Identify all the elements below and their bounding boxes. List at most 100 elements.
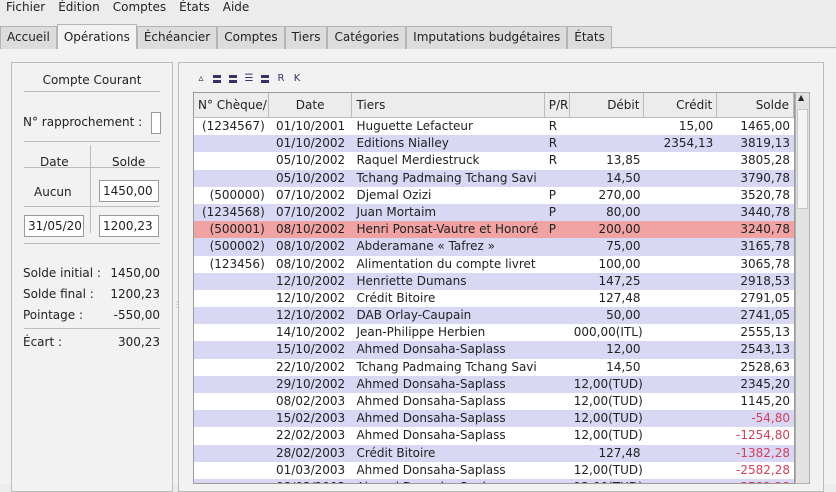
menu-4[interactable]: Aide (217, 0, 257, 18)
view-one-line-icon[interactable]: 〓 (212, 71, 222, 86)
table-cell: 01/10/2002 (276, 136, 346, 151)
table-cell (644, 462, 717, 479)
rappro-input[interactable] (151, 112, 161, 134)
k-toggle-icon[interactable]: K (292, 73, 302, 84)
final-date-input[interactable]: 31/05/20 (24, 215, 84, 237)
tab-6[interactable]: Imputations budgétaires (406, 26, 568, 49)
table-cell (545, 445, 570, 462)
table-row[interactable]: 15/02/2003 Ahmed Donsaha-Saplass 12,00(TUD… (194, 410, 794, 428)
triangle-icon[interactable]: ▵ (196, 73, 206, 84)
table-row[interactable]: 15/10/2002 Ahmed Donsaha-Saplass 12,00 2543… (194, 341, 794, 359)
tab-3[interactable]: Comptes (217, 26, 285, 49)
table-cell: 100,00 (598, 256, 641, 271)
table-cell (194, 427, 269, 444)
table-cell (545, 238, 570, 255)
table-row[interactable]: 05/10/2002 Tchang Padmaing Tchang Savi 14,… (194, 169, 794, 187)
menu-1[interactable]: Édition (52, 0, 107, 18)
column-header[interactable]: P/R (545, 93, 570, 117)
table-cell (194, 290, 269, 307)
vertical-scrollbar[interactable]: ▲ (795, 92, 810, 484)
tab-1[interactable]: Opérations (56, 24, 137, 49)
reconciled-toggle-icon[interactable]: R (276, 73, 286, 84)
column-header[interactable]: Tiers (352, 93, 545, 117)
solde-initial-value: 1450,00 (110, 266, 160, 280)
column-header[interactable]: N° Chèque/ (194, 93, 269, 117)
account-name: Compte Courant (42, 73, 142, 87)
solde-initial-label: Solde initial : (23, 266, 101, 280)
column-header[interactable]: Débit (570, 93, 645, 117)
table-row[interactable]: 28/02/2003 Crédit Bitoire 127,48 -1382,28 (194, 444, 794, 462)
table-row[interactable]: (500001) 08/10/2002 Henri Ponsat-Vautre et… (194, 221, 794, 239)
tab-7[interactable]: États (567, 26, 612, 49)
table-cell (545, 393, 570, 410)
table-cell: Ahmed Donsaha-Saplass (356, 342, 506, 357)
tab-5[interactable]: Catégories (327, 26, 407, 49)
table-cell: 127,48 (598, 290, 641, 305)
table-cell (545, 256, 570, 273)
table-cell (194, 410, 269, 427)
scroll-up-icon[interactable]: ▲ (798, 93, 804, 102)
table-cell: 12,00(TUD) (570, 479, 645, 483)
table-cell (545, 273, 570, 290)
table-row[interactable]: (1234567) 01/10/2001 Huguette Lefacteur R 15… (194, 118, 794, 135)
table-cell: 2791,05 (740, 290, 790, 305)
table-cell (194, 445, 269, 462)
final-balance-input[interactable]: 1200,23 (99, 215, 159, 237)
table-cell: 147,25 (598, 273, 641, 288)
table-row[interactable]: 12/10/2002 Henriette Dumans 147,25 2918,53 (194, 272, 794, 290)
table-row[interactable]: 08/03/2003Ahmed Donsaha-Saplass 12,00(TUD… (194, 478, 794, 483)
initial-balance-input[interactable]: 1450,00 (99, 180, 159, 202)
table-cell: 3240,78 (740, 222, 790, 237)
divider (90, 145, 91, 233)
column-header[interactable]: Date (269, 93, 353, 117)
table-cell: Ahmed Donsaha-Saplass (356, 462, 506, 477)
table-cell: 05/10/2002 (276, 153, 346, 168)
table-cell: Ahmed Donsaha-Saplass (356, 428, 506, 443)
table-row[interactable]: (500002) 08/10/2002 Abderamane « Tafrez » 7… (194, 238, 794, 256)
table-row[interactable]: (500000) 07/10/2002 Djemal Ozizi P 270,00 352… (194, 187, 794, 204)
table-row[interactable]: 22/02/2003 Ahmed Donsaha-Saplass 12,00(TUD… (194, 427, 794, 444)
tab-2[interactable]: Échéancier (136, 26, 218, 49)
view-two-lines-icon[interactable]: 〓 (228, 71, 238, 86)
table-row[interactable]: 29/10/2002 Ahmed Donsaha-Saplass 12,00(TUD… (194, 375, 794, 393)
table-cell: 3520,78 (740, 187, 790, 202)
table-row[interactable]: 12/10/2002 Crédit Bitoire 127,48 2791,05 (194, 290, 794, 307)
table-cell: 12/10/2002 (276, 290, 346, 305)
tab-0[interactable]: Accueil (0, 26, 57, 49)
table-cell: 000,00(ITL) (573, 325, 643, 340)
table-row[interactable]: (123456) 08/10/2002 Alimentation du compte… (194, 256, 794, 273)
table-row[interactable]: 08/02/2003 Ahmed Donsaha-Saplass 12,00(TUD… (194, 393, 794, 410)
table-cell: (1234568) (201, 204, 265, 219)
table-row[interactable]: 05/10/2002 Raquel Merdiestruck R 13,85 3805,… (194, 152, 794, 169)
view-three-lines-icon[interactable]: ☰ (244, 73, 254, 84)
table-cell (194, 135, 269, 152)
table-row[interactable]: 22/10/2002 Tchang Padmaing Tchang Savi 14,… (194, 359, 794, 376)
table-cell: 127,48 (598, 445, 641, 460)
table-cell: Henriette Dumans (356, 273, 467, 288)
table-cell: 1465,00 (740, 119, 790, 133)
divider (24, 243, 160, 244)
table-row[interactable]: 01/03/2003 Ahmed Donsaha-Saplass 12,00(TUD… (194, 462, 794, 479)
table-cell: 15/10/2002 (276, 342, 346, 357)
table-cell (194, 152, 269, 169)
table-cell: Abderamane « Tafrez » (356, 239, 496, 254)
column-header[interactable]: Crédit (644, 93, 718, 117)
menu-0[interactable]: Fichier (0, 0, 52, 18)
scrollbar-thumb[interactable] (797, 109, 808, 209)
table-row[interactable]: (1234568) 07/10/2002 Juan Mortaim P 80,00 344… (194, 203, 794, 222)
table-cell (194, 324, 269, 341)
table-cell: 75,00 (606, 239, 641, 254)
table-row[interactable]: 14/10/2002 Jean-Philippe Herbien 000,00(IT… (194, 324, 794, 341)
menu-3[interactable]: États (173, 0, 217, 18)
view-four-lines-icon[interactable]: 〓 (260, 71, 270, 86)
table-cell: 12,00 (606, 342, 641, 357)
table-cell: 2354,13 (663, 136, 714, 151)
tab-4[interactable]: Tiers (284, 26, 328, 49)
column-header[interactable]: Solde (717, 93, 794, 117)
table-row[interactable]: 01/10/2002 Editions Nialley R 2354,13 3819,1… (194, 135, 794, 153)
table-cell: Henri Ponsat-Vautre et Honoré (356, 222, 539, 237)
table-cell (545, 376, 570, 393)
menu-2[interactable]: Comptes (107, 0, 173, 18)
table-row[interactable]: 12/10/2002 DAB Orlay-Caupain 50,00 2741,05 (194, 307, 794, 325)
table-cell: 2345,20 (740, 376, 790, 391)
